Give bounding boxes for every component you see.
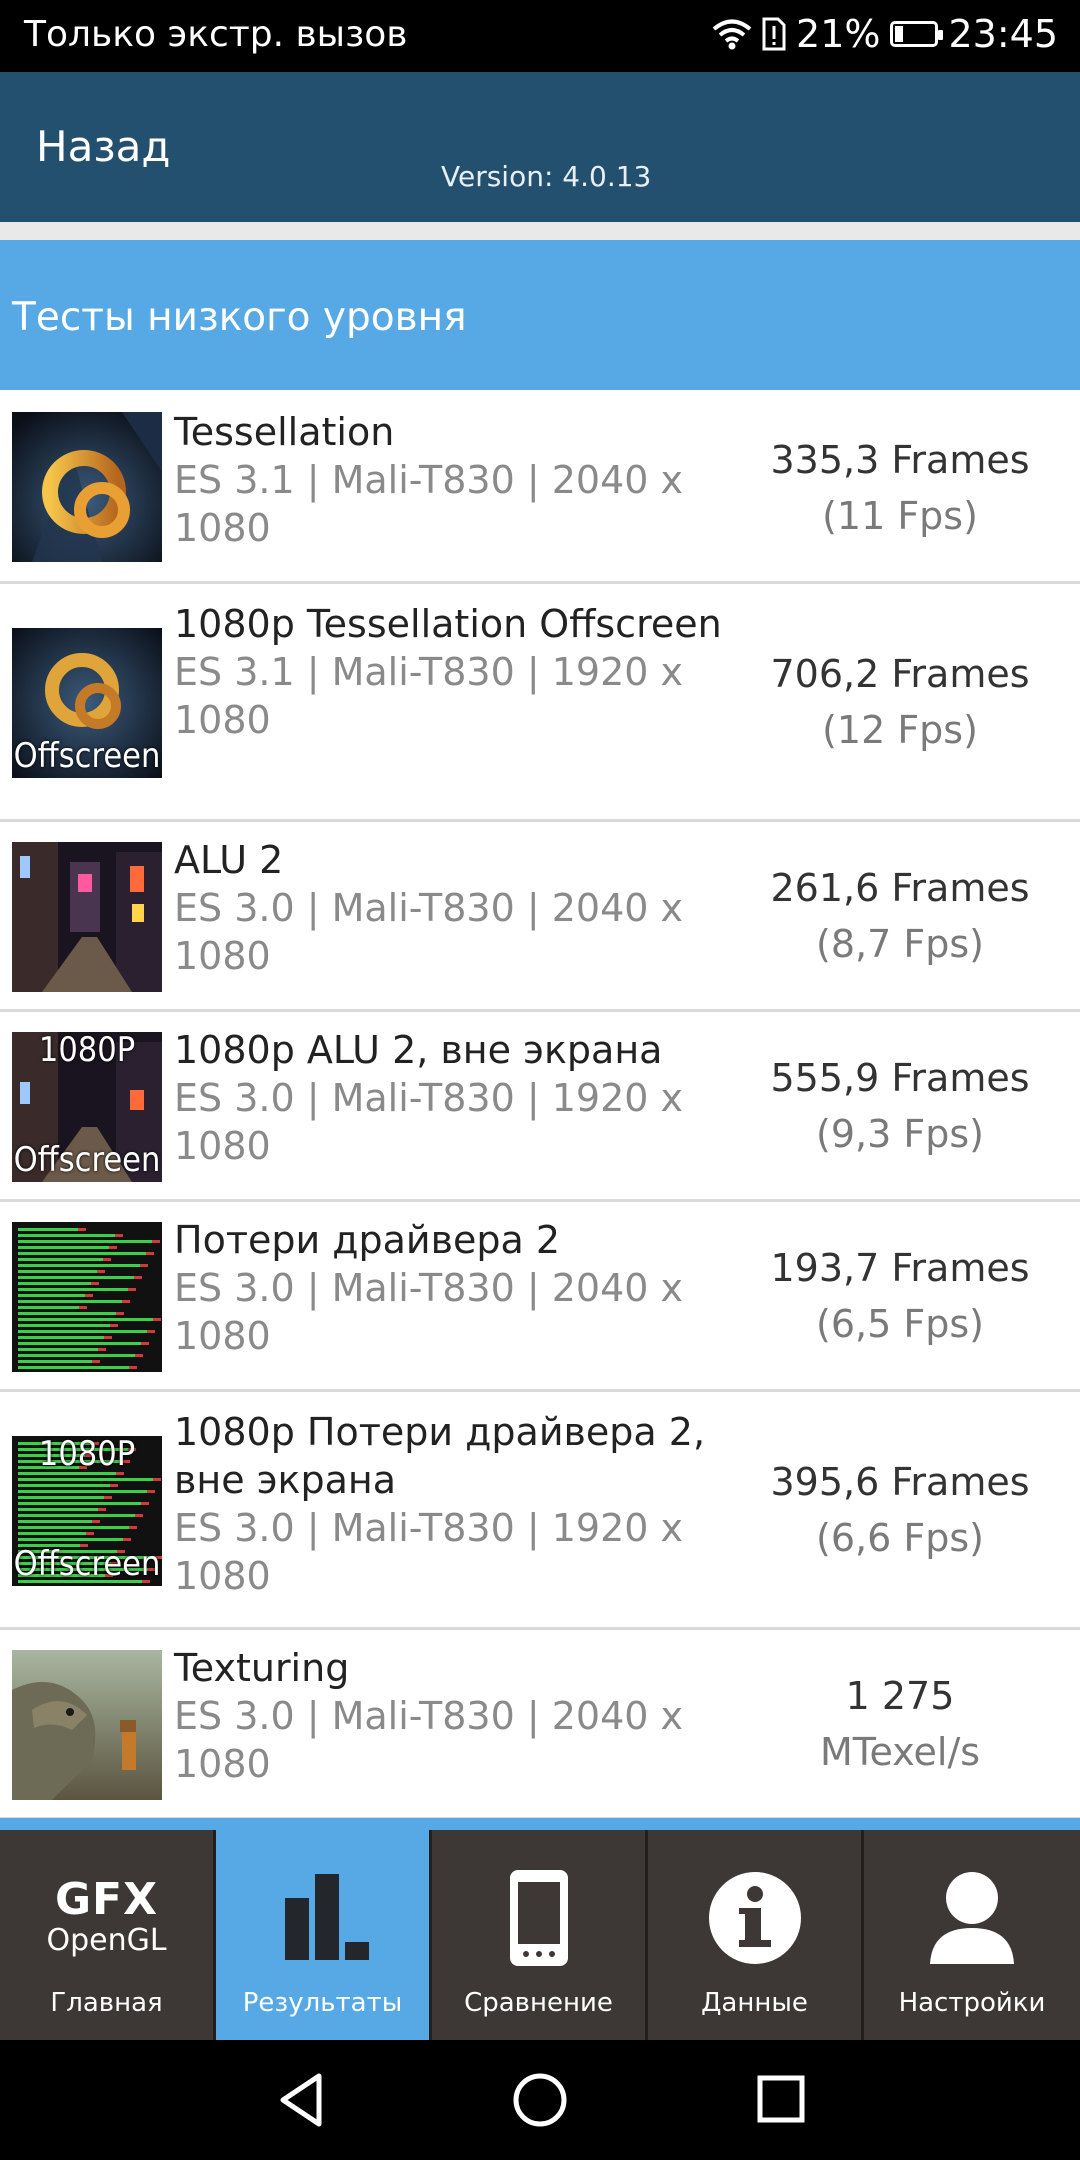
status-bar: Только экстр. вызов 21% 23:45 [0, 0, 1080, 72]
nav-results[interactable]: Результаты [216, 1830, 432, 2040]
tessellation-thumbnail [12, 412, 162, 562]
test-title: Tessellation [174, 410, 395, 454]
test-score-unit: (8,7 Fps) [816, 922, 984, 966]
nav-label: Настройки [898, 1988, 1046, 2018]
sim-alert-icon [762, 17, 786, 51]
test-score-unit: MTexel/s [819, 1730, 981, 1774]
list-item[interactable]: 1080P Offscreen 1080p ALU 2, вне экрана … [0, 1012, 1080, 1202]
test-score: 335,3 Frames [770, 438, 1030, 482]
test-score: 261,6 Frames [770, 866, 1030, 910]
test-details: ES 3.0 | Mali-T830 | 1920 x 1080 [174, 1076, 683, 1168]
back-button[interactable]: Назад [36, 122, 170, 171]
thumbnail-badge-top: 1080P [38, 1436, 136, 1474]
texturing-thumbnail [12, 1650, 162, 1800]
battery-percent: 21% [796, 12, 881, 56]
test-score: 193,7 Frames [770, 1246, 1030, 1290]
tessellation-offscreen-thumbnail: Offscreen [12, 628, 162, 778]
alu-thumbnail [12, 842, 162, 992]
recents-square-icon[interactable] [755, 2070, 805, 2130]
results-list[interactable]: Tessellation ES 3.1 | Mali-T830 | 2040 x… [0, 390, 1080, 1820]
test-score-unit: (9,3 Fps) [816, 1112, 984, 1156]
test-details: ES 3.1 | Mali-T830 | 2040 x 1080 [174, 458, 683, 550]
person-icon [930, 1872, 1014, 1964]
nav-info[interactable]: Данные [648, 1830, 864, 2040]
list-item[interactable]: ALU 2 ES 3.0 | Mali-T830 | 2040 x 1080 2… [0, 822, 1080, 1012]
system-nav-bar [0, 2040, 1080, 2160]
home-circle-icon[interactable] [510, 2070, 570, 2130]
version-label: Version: 4.0.13 [441, 160, 652, 193]
test-details: ES 3.0 | Mali-T830 | 2040 x 1080 [174, 1266, 683, 1358]
test-score: 1 275 [845, 1674, 955, 1718]
test-details: ES 3.0 | Mali-T830 | 2040 x 1080 [174, 1694, 683, 1786]
test-title: Потери драйвера 2 [174, 1218, 561, 1262]
carrier-text: Только экстр. вызов [24, 14, 408, 55]
nav-settings[interactable]: Настройки [864, 1830, 1080, 2040]
battery-icon [890, 21, 944, 47]
driver-overhead-thumbnail [12, 1222, 162, 1372]
test-title: ALU 2 [174, 838, 284, 882]
clock: 23:45 [948, 12, 1058, 56]
section-header: Тесты низкого уровня [0, 240, 1080, 390]
test-score-unit: (12 Fps) [822, 708, 978, 752]
nav-divider [0, 1818, 1080, 1830]
list-item[interactable]: Потери драйвера 2 ES 3.0 | Mali-T830 | 2… [0, 1202, 1080, 1392]
info-icon [708, 1872, 801, 1964]
section-title: Тесты низкого уровня [12, 295, 467, 340]
test-score-unit: (6,5 Fps) [816, 1302, 984, 1346]
divider [0, 222, 1080, 240]
test-score-unit: (6,6 Fps) [816, 1516, 984, 1560]
test-score: 706,2 Frames [770, 652, 1030, 696]
test-score: 395,6 Frames [770, 1460, 1030, 1504]
nav-label: Главная [50, 1988, 163, 2018]
bottom-nav: GFX OpenGL Главная Результаты Сравнение [0, 1830, 1080, 2040]
test-score: 555,9 Frames [770, 1056, 1030, 1100]
test-details: ES 3.0 | Mali-T830 | 2040 x 1080 [174, 886, 683, 978]
back-triangle-icon[interactable] [275, 2070, 325, 2130]
driver-overhead-offscreen-thumbnail: 1080P Offscreen [12, 1436, 162, 1586]
test-title: 1080p Потери драйвера 2, вне экрана [174, 1410, 706, 1502]
app-bar: Назад Version: 4.0.13 [0, 72, 1080, 222]
bar-chart-icon [284, 1874, 369, 1960]
thumbnail-badge: Offscreen [13, 1140, 161, 1180]
thumbnail-badge: Offscreen [13, 736, 161, 776]
wifi-icon [712, 19, 752, 50]
thumbnail-badge: Offscreen [13, 1544, 161, 1584]
list-item[interactable]: 1080P Offscreen 1080p Потери драйвера 2,… [0, 1392, 1080, 1630]
test-details: ES 3.0 | Mali-T830 | 1920 x 1080 [174, 1506, 683, 1598]
list-item[interactable]: Texturing ES 3.0 | Mali-T830 | 2040 x 10… [0, 1630, 1080, 1820]
test-title: 1080p Tessellation Offscreen [174, 602, 722, 646]
nav-compare[interactable]: Сравнение [432, 1830, 648, 2040]
test-details: ES 3.1 | Mali-T830 | 1920 x 1080 [174, 650, 683, 742]
test-score-unit: (11 Fps) [822, 494, 978, 538]
list-item[interactable]: Offscreen 1080p Tessellation Offscreen E… [0, 584, 1080, 822]
nav-label: Данные [701, 1988, 808, 2018]
test-title: 1080p ALU 2, вне экрана [174, 1028, 663, 1072]
phone-icon [509, 1870, 568, 1966]
nav-home[interactable]: GFX OpenGL Главная [0, 1830, 216, 2040]
gfx-logo-icon: GFX OpenGL [46, 1874, 167, 1958]
list-item[interactable]: Tessellation ES 3.1 | Mali-T830 | 2040 x… [0, 390, 1080, 584]
test-title: Texturing [174, 1646, 350, 1690]
thumbnail-badge-top: 1080P [38, 1032, 136, 1070]
nav-label: Результаты [242, 1988, 403, 2018]
alu-offscreen-thumbnail: 1080P Offscreen [12, 1032, 162, 1182]
nav-label: Сравнение [464, 1988, 613, 2018]
